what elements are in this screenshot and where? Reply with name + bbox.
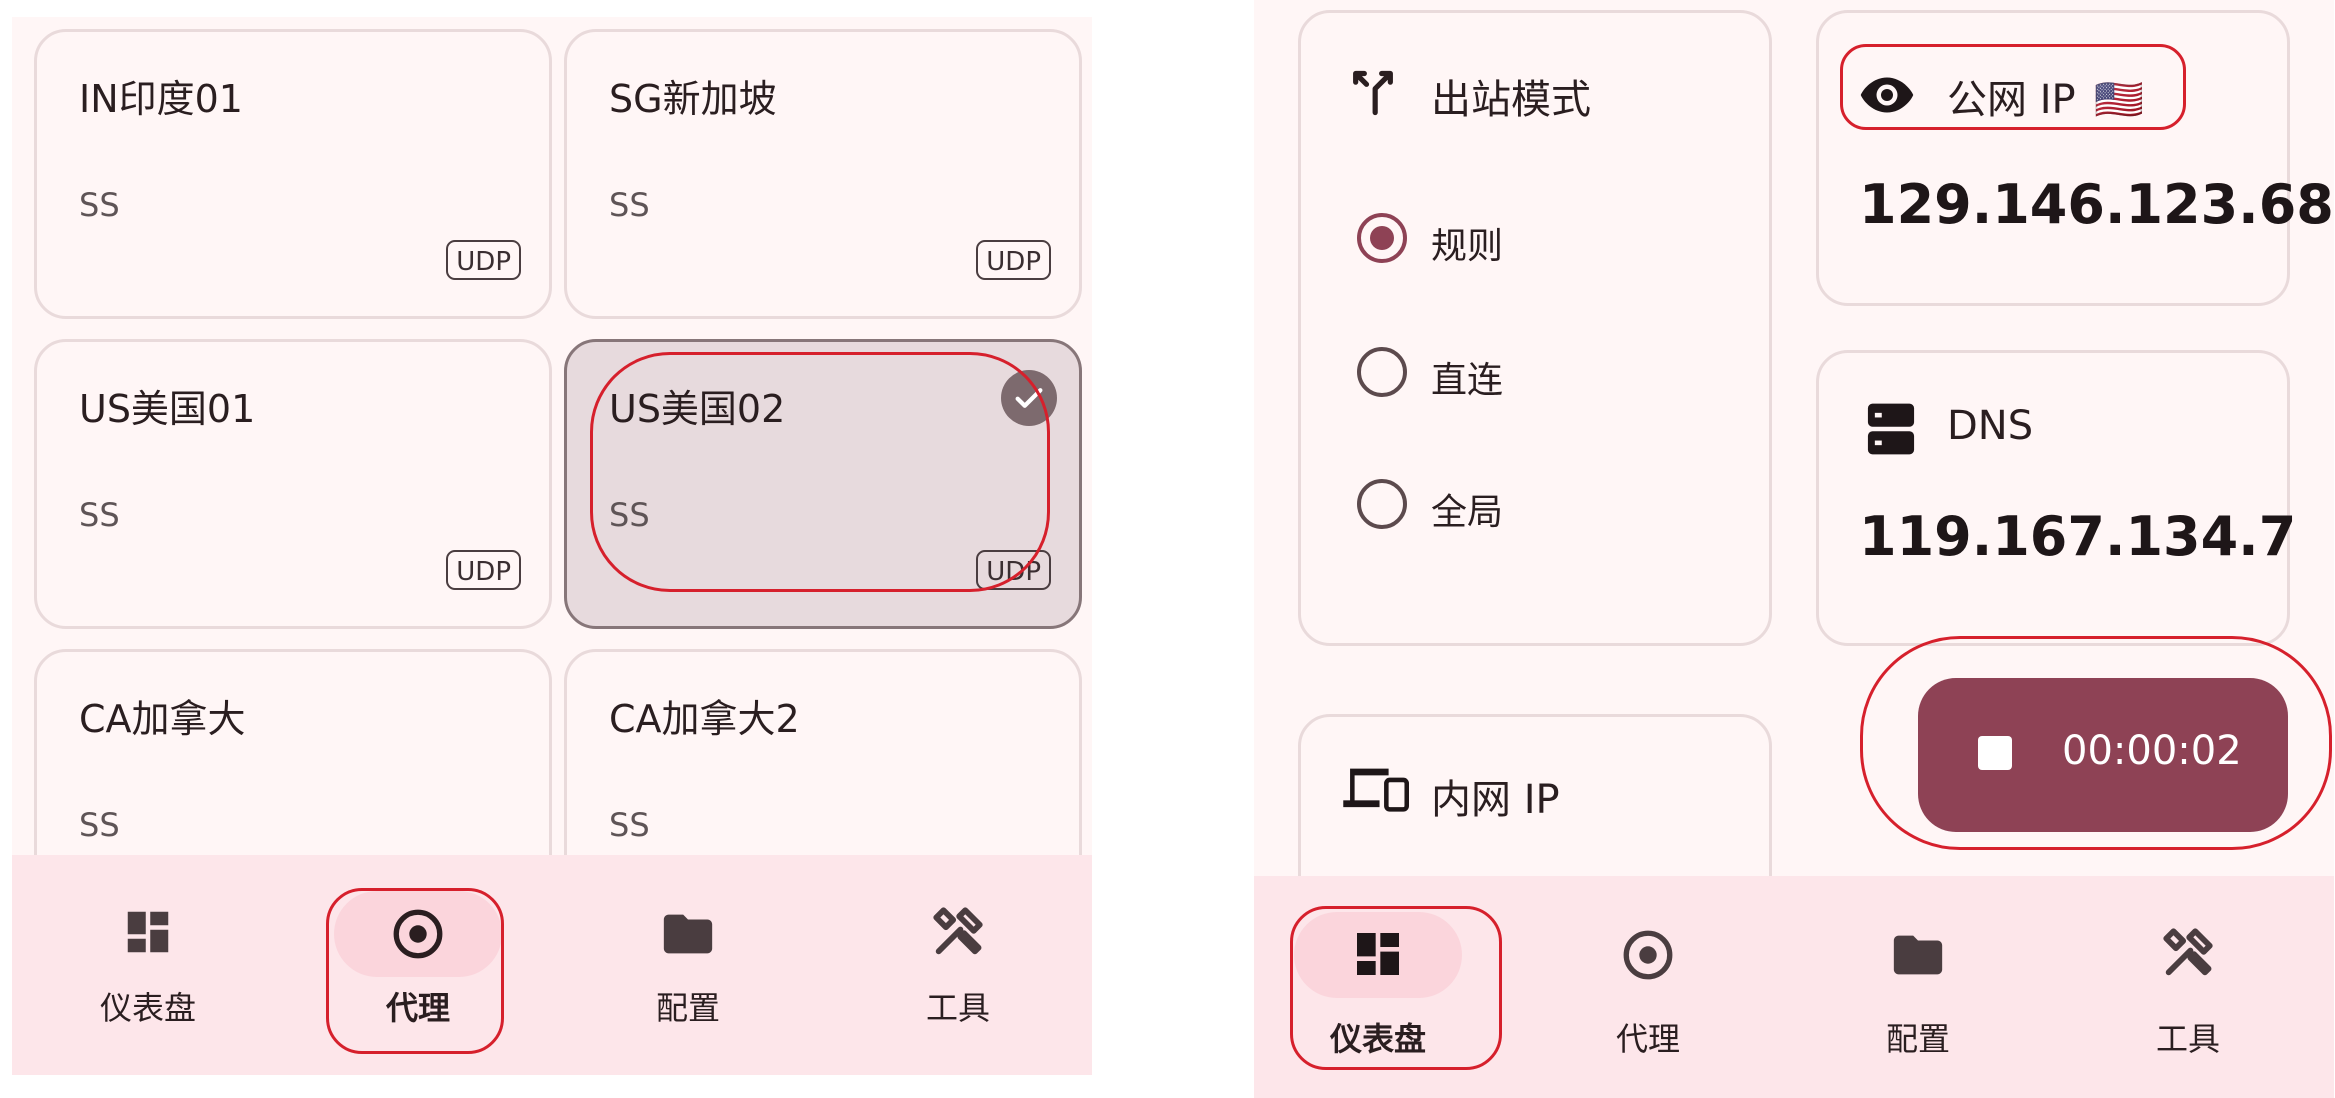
proxy-type: SS [79,806,120,844]
dns-card: DNS 119.167.134.7 [1816,350,2296,646]
tools-icon [929,903,987,965]
public-ip-label: 公网 IP [1947,77,2076,123]
proxy-target-icon [1619,926,1677,988]
bottom-nav: 仪表盘 代理 配置 工具 [12,855,1092,1075]
proxy-card-in01[interactable]: IN印度01 SS UDP [34,29,552,319]
nav-label: 仪表盘 [99,989,196,1027]
radio-direct[interactable] [1357,347,1407,397]
proxy-name: CA加拿大 [79,697,246,741]
stop-icon [1978,736,2012,770]
nav-item-proxy[interactable]: 代理 [1558,876,1738,1098]
proxy-type: SS [79,186,120,224]
proxy-name: US美国01 [79,387,256,431]
nav-label: 仪表盘 [1329,1020,1426,1058]
nav-label: 配置 [1885,1020,1950,1058]
dns-server-icon [1863,399,1919,463]
udp-badge: UDP [446,240,521,280]
proxy-type: SS [609,806,650,844]
udp-badge: UDP [976,550,1051,590]
stop-timer-button[interactable]: 00:00:02 [1918,678,2288,832]
nav-label: 工具 [925,989,990,1027]
proxy-name: SG新加坡 [609,77,777,121]
bottom-nav: 仪表盘 代理 配置 工具 [1254,876,2334,1098]
public-ip-title: 公网 IP 🇺🇸 [1947,67,2144,125]
us-flag-icon: 🇺🇸 [2094,77,2145,123]
proxy-type: SS [609,186,650,224]
devices-icon [1341,763,1409,819]
udp-badge: UDP [446,550,521,590]
timer-value: 00:00:02 [2062,728,2242,774]
nav-item-proxy[interactable]: 代理 [328,855,508,1075]
eye-icon [1857,65,1917,129]
radio-label: 全局 [1431,492,1504,533]
radio-global[interactable] [1357,479,1407,529]
tools-icon [2159,924,2217,986]
nav-label: 代理 [385,989,450,1027]
proxy-name: US美国02 [609,387,786,431]
folder-icon [1889,926,1947,988]
nav-label: 配置 [655,989,720,1027]
proxy-type: SS [79,496,120,534]
proxy-card-sg[interactable]: SG新加坡 SS UDP [564,29,1082,319]
nav-item-config[interactable]: 配置 [1828,876,2008,1098]
folder-icon [659,905,717,967]
nav-item-dashboard[interactable]: 仪表盘 [1288,876,1468,1098]
public-ip-value: 129.146.123.68 [1859,173,2334,236]
nav-label: 工具 [2155,1020,2220,1058]
fork-arrows-icon [1347,67,1399,123]
nav-item-tools[interactable]: 工具 [868,855,1048,1075]
radio-label: 直连 [1431,360,1504,401]
nav-item-dashboard[interactable]: 仪表盘 [58,855,238,1075]
proxy-card-us01[interactable]: US美国01 SS UDP [34,339,552,629]
proxy-name: CA加拿大2 [609,697,800,741]
public-ip-card: 公网 IP 🇺🇸 129.146.123.68 [1816,10,2334,306]
proxy-type: SS [609,496,650,534]
dashboard-panel: 出站模式 规则 直连 全局 公网 IP 🇺🇸 129.146.123.68 DN… [1254,0,2334,1098]
dns-title: DNS [1947,403,2034,449]
radio-rule[interactable] [1357,213,1407,263]
dashboard-icon [1350,926,1406,986]
lan-ip-title: 内网 IP [1431,777,1560,823]
nav-item-tools[interactable]: 工具 [2098,876,2278,1098]
outbound-title: 出站模式 [1431,77,1591,123]
outbound-mode-card: 出站模式 规则 直连 全局 [1298,10,1772,646]
check-icon [1001,370,1057,426]
udp-badge: UDP [976,240,1051,280]
proxy-panel: IN印度01 SS UDP SG新加坡 SS UDP US美国01 SS UDP… [12,17,1092,1075]
nav-label: 代理 [1615,1020,1680,1058]
nav-item-config[interactable]: 配置 [598,855,778,1075]
proxy-card-us02[interactable]: US美国02 SS UDP [564,339,1082,629]
dashboard-icon [121,905,175,963]
dns-value: 119.167.134.7 [1859,505,2297,568]
radio-label: 规则 [1431,226,1504,267]
proxy-name: IN印度01 [79,77,243,121]
proxy-target-icon [389,905,447,967]
